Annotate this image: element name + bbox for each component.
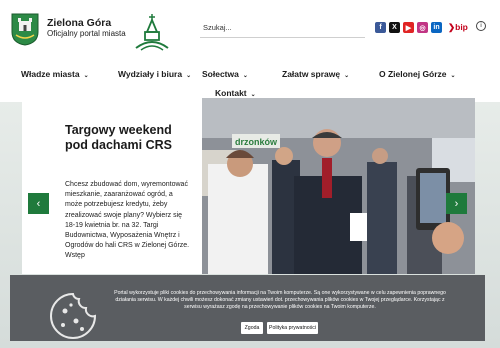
nav-item-label: Władze miasta [21, 69, 80, 79]
x-twitter-icon[interactable]: X [389, 22, 400, 33]
chevron-left-icon: ‹ [36, 197, 41, 210]
nav-item-solectwa[interactable]: Sołectwa ⌄ [202, 69, 248, 79]
nav-item-label: O Zielonej Górze [379, 69, 447, 79]
city-logo-icon[interactable] [133, 12, 171, 52]
bip-link[interactable]: ❯bip [448, 22, 468, 33]
city-crest-icon[interactable] [10, 12, 40, 46]
site-subtitle: Oficjalny portal miasta [47, 29, 126, 38]
facebook-icon[interactable]: f [375, 22, 386, 33]
nav-item-zalatw-sprawe[interactable]: Załatw sprawę ⌄ [282, 69, 349, 79]
nav-item-label: Wydziały i biura [118, 69, 183, 79]
instagram-icon[interactable]: ◎ [417, 22, 428, 33]
nav-item-label: Załatw sprawę [282, 69, 341, 79]
search-input[interactable]: Szukaj... [200, 20, 365, 38]
main-nav: Władze miasta ⌄ Wydziały i biura ⌄ Sołectw… [0, 58, 500, 102]
nav-item-o-zielonej-gorze[interactable]: O Zielonej Górze ⌄ [379, 69, 456, 79]
social-links: f X ▶ ◎ in ❯bip [375, 22, 468, 33]
nav-item-wladze-miasta[interactable]: Władze miasta ⌄ [21, 69, 89, 79]
cookie-accept-button[interactable]: Zgoda [241, 322, 263, 334]
nav-item-wydzialy-i-biura[interactable]: Wydziały i biura ⌄ [118, 69, 191, 79]
slider-prev-button[interactable]: ‹ [28, 193, 49, 214]
photo-banner-text: drzonków [235, 137, 278, 147]
youtube-icon[interactable]: ▶ [403, 22, 414, 33]
slide-text-panel: Targowy weekend pod dachami CRS Chcesz z… [22, 98, 202, 274]
nav-item-kontakt[interactable]: Kontakt ⌄ [215, 88, 256, 98]
header: Zielona Góra Oficjalny portal miasta Szu… [0, 0, 500, 58]
slide-body: Chcesz zbudować dom, wyremontować mieszk… [65, 181, 190, 260]
chevron-down-icon: ⌄ [450, 73, 456, 79]
bip-label: bip [455, 22, 468, 32]
nav-item-label: Kontakt [215, 88, 247, 98]
chevron-right-icon: › [454, 197, 459, 210]
slide-photo[interactable]: drzonków [202, 98, 475, 274]
slide-title[interactable]: Targowy weekend pod dachami CRS [65, 123, 195, 153]
slide-photo-illustration: drzonków [202, 98, 475, 274]
chevron-down-icon: ⌄ [83, 73, 89, 79]
accessibility-icon[interactable]: i [476, 21, 486, 31]
site-title[interactable]: Zielona Góra [47, 17, 111, 29]
chevron-down-icon: ⌄ [242, 73, 248, 79]
cookie-banner: Portal wykorzystuje pliki cookies do prz… [10, 275, 485, 341]
chevron-down-icon: ⌄ [186, 73, 192, 79]
slider-next-button[interactable]: › [446, 193, 467, 214]
linkedin-icon[interactable]: in [431, 22, 442, 33]
nav-item-label: Sołectwa [202, 69, 239, 79]
search-placeholder: Szukaj... [203, 23, 232, 32]
chevron-down-icon: ⌄ [344, 73, 350, 79]
cookie-text: Portal wykorzystuje pliki cookies do prz… [114, 290, 446, 310]
privacy-policy-button[interactable]: Polityka prywatności [267, 322, 318, 334]
cookie-icon [50, 292, 97, 339]
